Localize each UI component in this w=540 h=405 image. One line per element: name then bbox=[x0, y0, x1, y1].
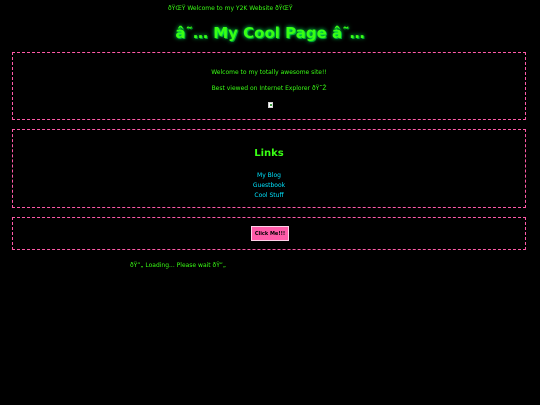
link-cool-stuff[interactable]: Cool Stuff bbox=[13, 192, 525, 199]
welcome-text: Welcome to my totally awesome site!! bbox=[211, 69, 327, 76]
links-heading: Links bbox=[254, 148, 284, 159]
link-my-blog[interactable]: My Blog bbox=[13, 172, 525, 179]
link-guestbook[interactable]: Guestbook bbox=[13, 182, 525, 189]
best-viewed-text: Best viewed on Internet Explorer ðŸ˜Ž bbox=[211, 85, 327, 92]
marquee-text: ðŸŒŸ Welcome to my Y2K Website ðŸŒŸ bbox=[168, 5, 293, 12]
links-box: Links My Blog Guestbook Cool Stuff bbox=[12, 129, 526, 208]
page-title: â˜… My Cool Page â˜… bbox=[175, 24, 365, 42]
broken-image-icon bbox=[268, 102, 273, 108]
action-box: Click Me!!! bbox=[12, 217, 526, 250]
intro-box: Welcome to my totally awesome site!! Bes… bbox=[12, 52, 526, 120]
click-me-button[interactable]: Click Me!!! bbox=[251, 226, 289, 241]
loading-text: ðŸ”„ Loading... Please wait ðŸ”„ bbox=[130, 262, 226, 269]
